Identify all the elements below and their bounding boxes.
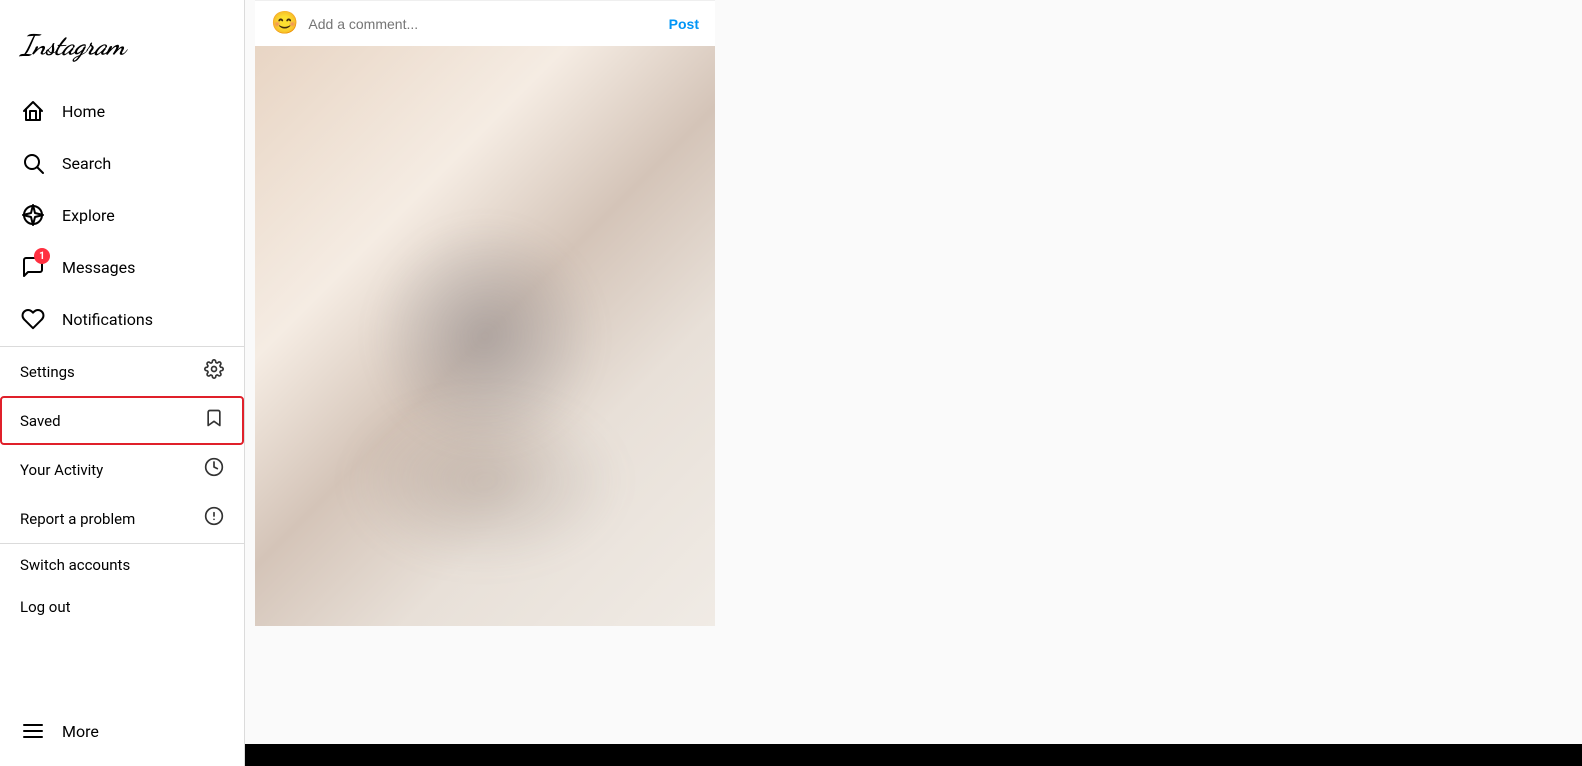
report-label: Report a problem bbox=[20, 510, 135, 528]
more-section: Switch accounts Log out bbox=[0, 543, 244, 628]
settings-label: Settings bbox=[20, 363, 75, 381]
main-content: 😊 Post bbox=[245, 0, 1582, 766]
sidebar-item-explore-label: Explore bbox=[62, 206, 115, 225]
your-activity-label: Your Activity bbox=[20, 461, 103, 479]
post-button[interactable]: Post bbox=[669, 16, 699, 32]
sidebar-item-notifications[interactable]: Notifications bbox=[8, 294, 236, 344]
sidebar-item-explore[interactable]: Explore bbox=[8, 190, 236, 240]
log-out-label: Log out bbox=[20, 598, 71, 616]
post-image bbox=[255, 46, 715, 626]
home-icon bbox=[20, 98, 46, 124]
comment-input-row: 😊 Post bbox=[255, 0, 715, 46]
notifications-icon bbox=[20, 306, 46, 332]
more-menu: Settings Saved Your A bbox=[0, 346, 244, 543]
emoji-button[interactable]: 😊 bbox=[271, 11, 298, 36]
messages-badge: 1 bbox=[34, 248, 50, 264]
hamburger-icon bbox=[20, 718, 46, 744]
sidebar-item-report[interactable]: Report a problem bbox=[0, 494, 244, 543]
post-container: 😊 Post bbox=[255, 0, 715, 626]
switch-accounts-label: Switch accounts bbox=[20, 556, 130, 574]
search-icon bbox=[20, 150, 46, 176]
sidebar-item-home[interactable]: Home bbox=[8, 86, 236, 136]
comment-input[interactable] bbox=[308, 16, 658, 32]
report-icon bbox=[204, 506, 224, 531]
messages-icon: 1 bbox=[20, 254, 46, 280]
sidebar-item-search[interactable]: Search bbox=[8, 138, 236, 188]
saved-label: Saved bbox=[20, 412, 61, 430]
logo[interactable]: Instagram bbox=[0, 0, 244, 78]
sidebar-item-messages-label: Messages bbox=[62, 258, 135, 277]
more-button-label: More bbox=[62, 722, 99, 741]
saved-icon bbox=[204, 408, 224, 433]
instagram-logo: Instagram bbox=[20, 28, 125, 62]
sidebar-item-saved[interactable]: Saved bbox=[0, 396, 244, 445]
sidebar-bottom: More bbox=[0, 698, 244, 766]
sidebar-item-search-label: Search bbox=[62, 154, 111, 173]
more-button[interactable]: More bbox=[8, 706, 236, 756]
explore-icon bbox=[20, 202, 46, 228]
settings-icon bbox=[204, 359, 224, 384]
sidebar-item-log-out[interactable]: Log out bbox=[0, 586, 244, 628]
sidebar-item-switch-accounts[interactable]: Switch accounts bbox=[0, 544, 244, 586]
sidebar-item-messages[interactable]: 1 Messages bbox=[8, 242, 236, 292]
sidebar-item-notifications-label: Notifications bbox=[62, 310, 153, 329]
sidebar-item-home-label: Home bbox=[62, 102, 105, 121]
sidebar: Instagram Home Search bbox=[0, 0, 245, 766]
sidebar-item-your-activity[interactable]: Your Activity bbox=[0, 445, 244, 494]
sidebar-item-settings[interactable]: Settings bbox=[0, 347, 244, 396]
sidebar-nav: Home Search Explore bbox=[0, 86, 244, 698]
activity-icon bbox=[204, 457, 224, 482]
